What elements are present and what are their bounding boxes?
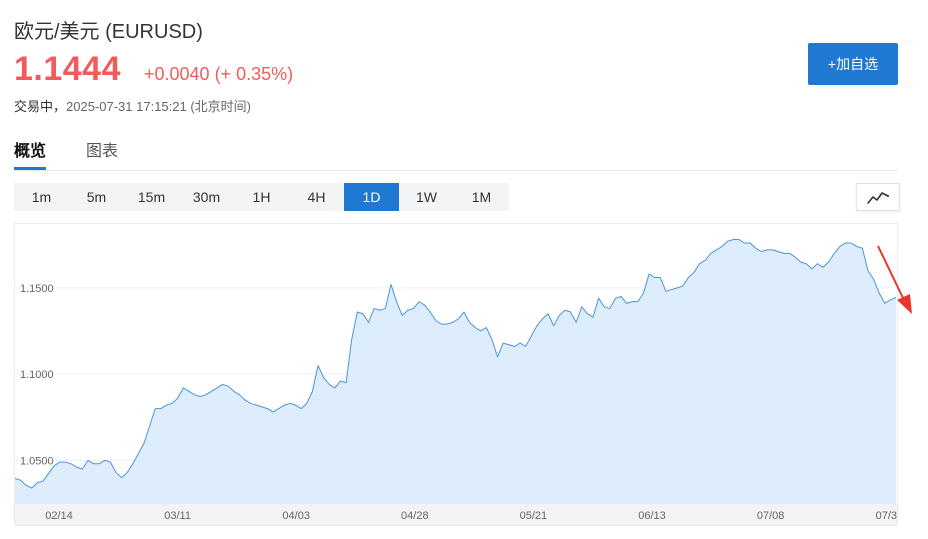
period-4h-button[interactable]: 4H: [289, 183, 344, 211]
y-tick-label: 1.0500: [20, 455, 54, 467]
add-watchlist-button[interactable]: +加自选: [808, 43, 898, 85]
tab-chart[interactable]: 图表: [86, 137, 118, 161]
x-tick-label: 06/13: [638, 510, 666, 522]
x-tick-label: 07/3: [876, 510, 897, 522]
trade-status-label: 交易中，: [14, 99, 67, 114]
trade-status: 交易中，2025-07-31 17:15:21 (北京时间): [14, 96, 251, 115]
x-tick-label: 04/28: [401, 510, 429, 522]
period-selector: 1m 5m 15m 30m 1H 4H 1D 1W 1M: [14, 183, 509, 211]
tab-overview[interactable]: 概览: [14, 137, 46, 161]
x-tick-label: 03/11: [164, 510, 191, 522]
period-30m-button[interactable]: 30m: [179, 183, 234, 211]
period-1mo-button[interactable]: 1M: [454, 183, 509, 211]
price-chart-svg: 1.0500 1.1000 1.1500 02/14 03/11 04/03 04/28 05…: [14, 223, 898, 526]
x-tick-label: 02/14: [45, 510, 73, 522]
trend-line-icon: [867, 192, 889, 204]
chart-type-toggle-button[interactable]: [856, 183, 900, 211]
period-1w-button[interactable]: 1W: [399, 183, 454, 211]
instrument-title: 欧元/美元 (EURUSD): [14, 21, 203, 43]
trade-time: 2025-07-31 17:15:21 (北京时间): [66, 99, 251, 114]
x-tick-label: 04/03: [282, 510, 310, 522]
price-change: +0.0040 (+ 0.35%): [144, 64, 294, 84]
current-price: 1.1444: [14, 50, 121, 88]
period-1h-button[interactable]: 1H: [234, 183, 289, 211]
y-tick-label: 1.1000: [20, 369, 54, 381]
y-tick-label: 1.1500: [20, 283, 54, 295]
period-1m-button[interactable]: 1m: [14, 183, 69, 211]
x-tick-label: 07/08: [757, 510, 785, 522]
period-15m-button[interactable]: 15m: [124, 183, 179, 211]
annotation-arrow-icon: [877, 245, 912, 314]
period-5m-button[interactable]: 5m: [69, 183, 124, 211]
price-chart: 1.0500 1.1000 1.1500 02/14 03/11 04/03 04/28 05…: [14, 223, 898, 526]
period-1d-button[interactable]: 1D: [344, 183, 399, 211]
x-tick-label: 05/21: [520, 510, 548, 522]
divider: [14, 170, 898, 171]
